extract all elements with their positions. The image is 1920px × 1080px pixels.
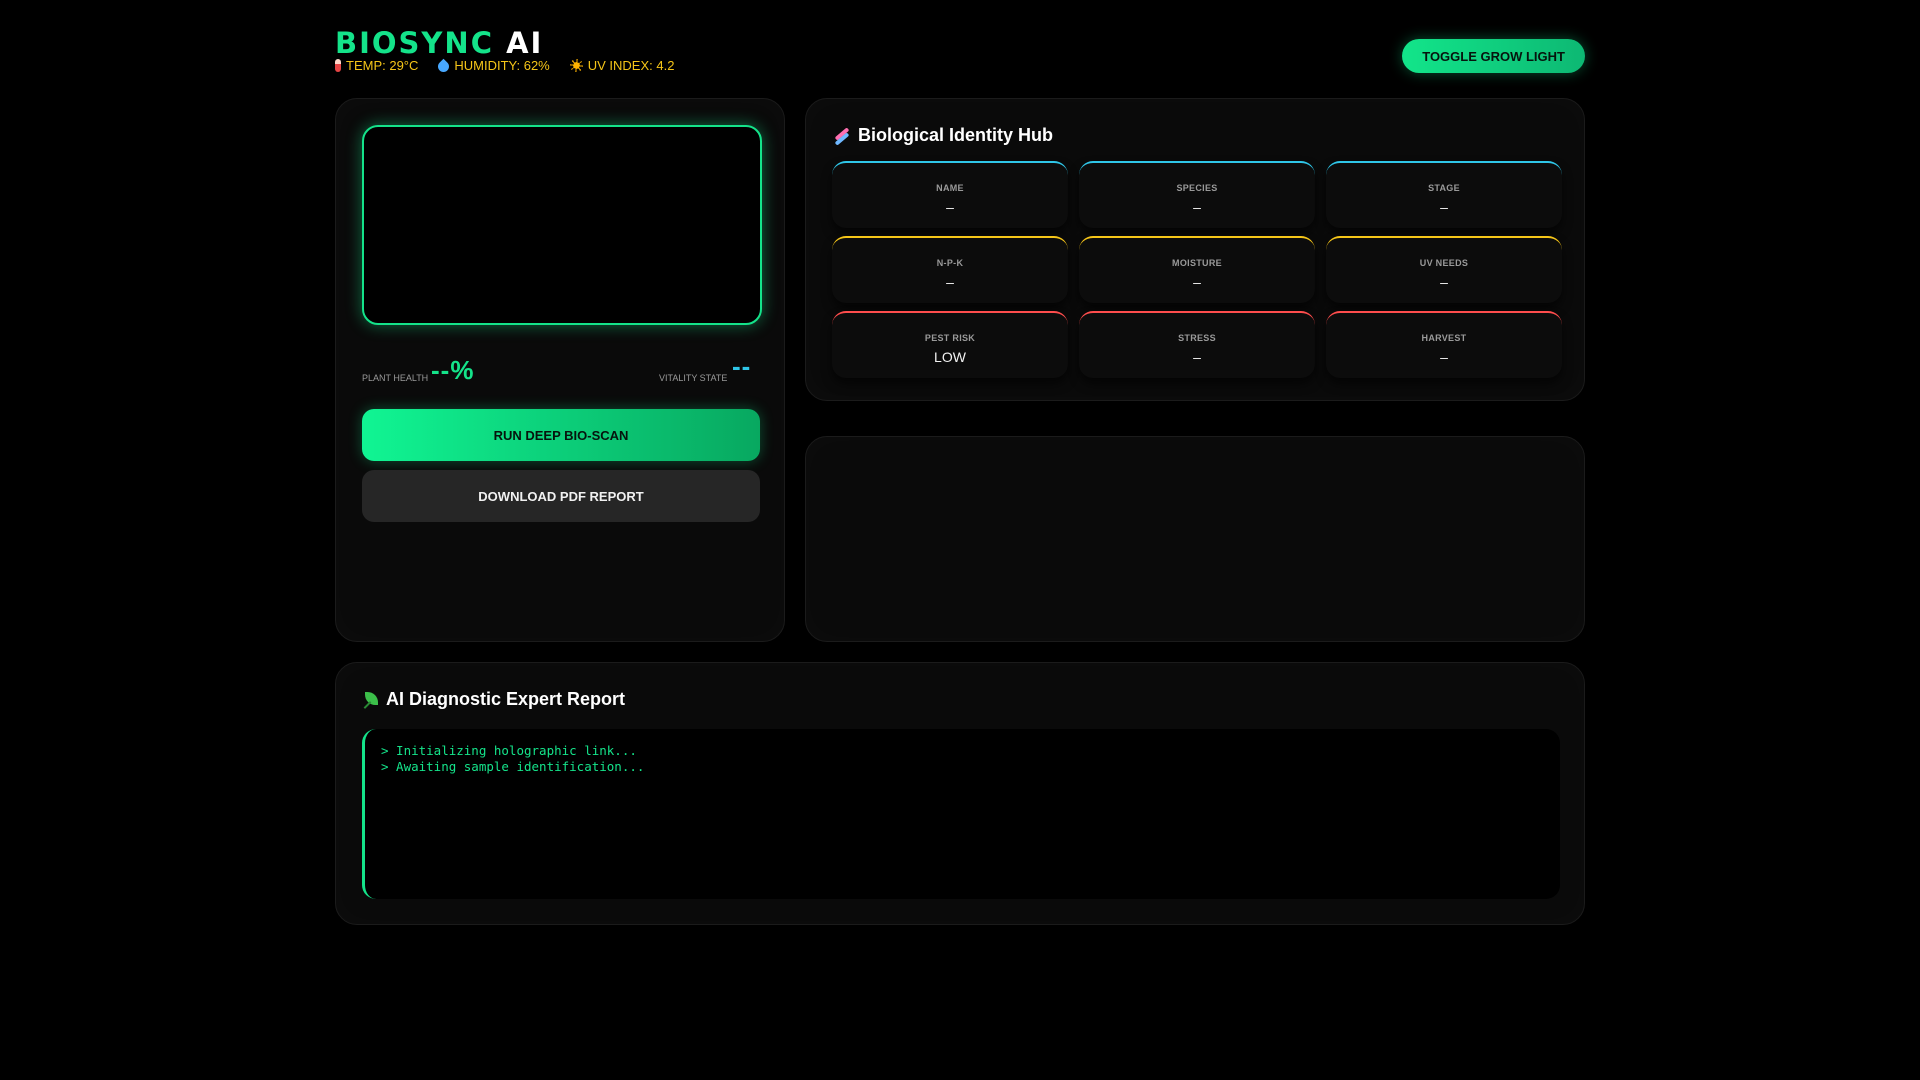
vitality-state-value: -- bbox=[732, 351, 752, 381]
console-line: > Awaiting sample identification... bbox=[381, 758, 645, 774]
identity-cell-stage: STAGE – bbox=[1326, 161, 1562, 228]
download-pdf-button[interactable]: DOWNLOAD PDF REPORT bbox=[362, 470, 760, 522]
cell-value: – bbox=[1440, 274, 1448, 290]
cell-label: PEST RISK bbox=[924, 333, 976, 343]
diagnostic-report-panel: AI Diagnostic Expert Report > Initializi… bbox=[335, 662, 1585, 925]
dna-icon bbox=[832, 127, 852, 145]
cell-value: – bbox=[1440, 199, 1448, 215]
cell-value: LOW bbox=[934, 349, 966, 365]
report-console: > Initializing holographic link... > Awa… bbox=[362, 729, 1560, 899]
humidity-text: HUMIDITY: 62% bbox=[454, 58, 550, 73]
cell-label: HARVEST bbox=[1421, 333, 1467, 343]
cell-label: N-P-K bbox=[936, 258, 964, 268]
cell-value: – bbox=[1440, 349, 1448, 365]
identity-cell-stress: STRESS – bbox=[1079, 311, 1315, 378]
droplet-icon bbox=[436, 58, 452, 74]
plant-health-value: --% bbox=[431, 355, 475, 385]
scanner-panel: PLANT HEALTH --% VITALITY STATE -- RUN D… bbox=[335, 98, 785, 642]
brand-secondary: AI bbox=[506, 26, 544, 60]
cell-label: MOISTURE bbox=[1172, 258, 1222, 268]
identity-cell-harvest: HARVEST – bbox=[1326, 311, 1562, 378]
run-bio-scan-button[interactable]: RUN DEEP BIO-SCAN bbox=[362, 409, 760, 461]
vitality-state-label: VITALITY STATE bbox=[659, 373, 728, 383]
brand-primary: BIOSYNC bbox=[335, 26, 494, 60]
cell-value: – bbox=[946, 274, 954, 290]
report-title-text: AI Diagnostic Expert Report bbox=[386, 689, 626, 709]
identity-grid: NAME – SPECIES – STAGE – N-P-K – MOISTUR… bbox=[832, 161, 1562, 378]
plant-health-label: PLANT HEALTH bbox=[362, 373, 429, 383]
uv-readout: UV INDEX: 4.2 bbox=[569, 58, 675, 73]
cell-value: – bbox=[1193, 349, 1201, 365]
environment-readouts: TEMP: 29°C HUMIDITY: 62% UV INDEX: 4.2 bbox=[335, 58, 675, 74]
uv-text: UV INDEX: 4.2 bbox=[587, 58, 675, 73]
thermometer-icon bbox=[335, 59, 341, 72]
identity-hub-title: Biological Identity Hub bbox=[832, 125, 1053, 146]
cell-label: STAGE bbox=[1428, 183, 1460, 193]
console-line: > Initializing holographic link... bbox=[381, 743, 637, 758]
temperature-text: TEMP: 29°C bbox=[346, 58, 419, 73]
identity-cell-uv-needs: UV NEEDS – bbox=[1326, 236, 1562, 303]
cell-value: – bbox=[1193, 274, 1201, 290]
app-root: BIOSYNC AI TEMP: 29°C HUMIDITY: 62% UV I… bbox=[335, 0, 1585, 1080]
identity-cell-npk: N-P-K – bbox=[832, 236, 1068, 303]
identity-cell-moisture: MOISTURE – bbox=[1079, 236, 1315, 303]
cell-label: STRESS bbox=[1178, 333, 1216, 343]
identity-hub-panel: Biological Identity Hub NAME – SPECIES –… bbox=[805, 98, 1585, 401]
report-title: AI Diagnostic Expert Report bbox=[362, 689, 625, 710]
cell-label: UV NEEDS bbox=[1419, 258, 1469, 268]
identity-hub-title-text: Biological Identity Hub bbox=[858, 125, 1054, 145]
cell-label: SPECIES bbox=[1176, 183, 1218, 193]
secondary-panel bbox=[805, 436, 1585, 642]
brand-logo: BIOSYNC AI bbox=[335, 26, 543, 60]
humidity-readout: HUMIDITY: 62% bbox=[436, 58, 550, 74]
identity-cell-name: NAME – bbox=[832, 161, 1068, 228]
leaf-icon bbox=[362, 691, 380, 709]
header: BIOSYNC AI TEMP: 29°C HUMIDITY: 62% UV I… bbox=[335, 24, 1585, 84]
identity-cell-species: SPECIES – bbox=[1079, 161, 1315, 228]
toggle-grow-light-button[interactable]: TOGGLE GROW LIGHT bbox=[1402, 39, 1585, 73]
cell-value: – bbox=[946, 199, 954, 215]
cell-value: – bbox=[1193, 199, 1201, 215]
cell-label: NAME bbox=[936, 183, 964, 193]
identity-cell-pest-risk: PEST RISK LOW bbox=[832, 311, 1068, 378]
camera-viewport[interactable] bbox=[362, 125, 762, 325]
temperature-readout: TEMP: 29°C bbox=[335, 58, 418, 73]
sun-icon bbox=[569, 59, 583, 72]
